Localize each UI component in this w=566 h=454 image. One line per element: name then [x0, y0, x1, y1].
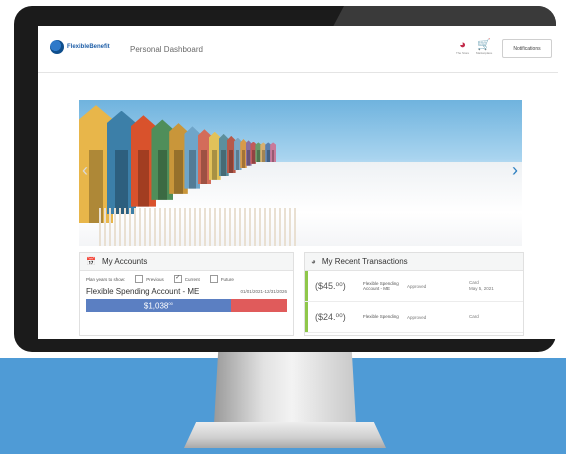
account-row[interactable]: Flexible Spending Account - ME 01/01/202…: [80, 283, 293, 296]
hut-railing: [99, 208, 299, 246]
future-checkbox[interactable]: [209, 275, 218, 283]
account-dates: 01/01/2021-12/31/2026: [240, 289, 287, 294]
hut-door: [201, 150, 208, 184]
filter-previous[interactable]: Previous: [135, 275, 164, 283]
transaction-row[interactable]: ($45.⁰⁰) Flexible Spending Account - ME …: [305, 271, 523, 302]
hut-door: [212, 150, 218, 180]
recent-transactions-title: My Recent Transactions: [321, 257, 408, 266]
filter-future[interactable]: Future: [209, 275, 234, 283]
hut-door: [188, 150, 196, 189]
marketplace-button[interactable]: 🛒 Marketplace: [476, 39, 493, 56]
account-name: Flexible Spending Account - ME: [86, 287, 200, 296]
hero-carousel: ‹ ›: [79, 100, 522, 246]
filter-future-label: Future: [220, 276, 234, 282]
hut-door: [271, 150, 275, 163]
transaction-accent: [305, 271, 308, 301]
previous-checkbox[interactable]: [135, 275, 144, 283]
filter-current[interactable]: ✓ Current: [173, 275, 200, 283]
transaction-amount: ($45.⁰⁰): [315, 280, 346, 291]
carousel-prev-icon[interactable]: ‹: [82, 160, 88, 181]
store-icon: ◕: [459, 39, 466, 51]
transaction-type: Card: [469, 314, 479, 319]
top-bar: FlexibleBenefit Personal Dashboard ◕ The…: [38, 26, 558, 73]
cart-icon: 🛒: [477, 39, 492, 51]
transaction-description: Flexible Spending Account - ME: [363, 280, 399, 292]
hut-door: [229, 150, 234, 174]
marketplace-label: Marketplace: [476, 51, 493, 55]
store-label: The Store: [456, 51, 470, 55]
page-title: Personal Dashboard: [130, 45, 203, 54]
hut-door: [261, 150, 265, 163]
hut-door: [252, 150, 255, 164]
balance-amount: $1,03800: [143, 300, 173, 311]
my-accounts-card: 📅 My Accounts Plan years to show: Previo…: [79, 252, 294, 336]
hut-door: [157, 150, 168, 200]
calendar-icon: 📅: [86, 257, 96, 266]
carousel-next-icon[interactable]: ›: [512, 160, 518, 181]
balance-fill: $1,03800: [86, 299, 231, 312]
filter-previous-label: Previous: [146, 276, 164, 282]
current-checkbox[interactable]: ✓: [173, 275, 182, 283]
hut-door: [266, 150, 270, 163]
plan-years-filter: Plan years to show: Previous ✓ Current F…: [80, 271, 293, 283]
transaction-row[interactable]: ($24.⁰⁰) Flexible Spending Approved Card: [305, 302, 523, 333]
hut-door: [247, 150, 250, 166]
my-accounts-header: 📅 My Accounts: [80, 253, 293, 271]
plan-years-label: Plan years to show:: [86, 276, 126, 282]
transaction-type: Card May 5, 2021: [469, 280, 494, 291]
transaction-status: Approved: [407, 314, 427, 320]
balance-bar: $1,03800: [86, 299, 287, 312]
monitor-stand-base: [184, 422, 386, 448]
transaction-status: Approved: [407, 283, 427, 289]
notifications-button[interactable]: Notifications: [502, 39, 552, 58]
hut-door: [257, 150, 260, 163]
hut-door: [236, 150, 240, 171]
recent-transactions-header: ◕ My Recent Transactions: [305, 253, 523, 271]
dashboard-screen: FlexibleBenefit Personal Dashboard ◕ The…: [38, 26, 558, 339]
monitor-stand-neck: [214, 350, 356, 424]
dollar-circle-icon: ◕: [311, 257, 316, 266]
transaction-amount: ($24.⁰⁰): [315, 311, 346, 322]
filter-current-label: Current: [184, 276, 200, 282]
hut-door: [221, 150, 226, 177]
beach-hut: [270, 142, 277, 163]
hut-door: [174, 150, 183, 194]
store-button[interactable]: ◕ The Store: [456, 39, 470, 56]
brand-logo[interactable]: FlexibleBenefit: [50, 40, 110, 54]
logo-text: FlexibleBenefit: [67, 44, 110, 50]
hut-door: [137, 150, 149, 207]
transaction-description: Flexible Spending: [363, 314, 399, 320]
transaction-accent: [305, 302, 308, 332]
hut-door: [115, 150, 128, 215]
logo-mark-icon: [50, 40, 64, 54]
my-accounts-title: My Accounts: [101, 257, 148, 266]
hut-door: [242, 150, 245, 168]
recent-transactions-card: ◕ My Recent Transactions ($45.⁰⁰) Flexib…: [304, 252, 524, 336]
